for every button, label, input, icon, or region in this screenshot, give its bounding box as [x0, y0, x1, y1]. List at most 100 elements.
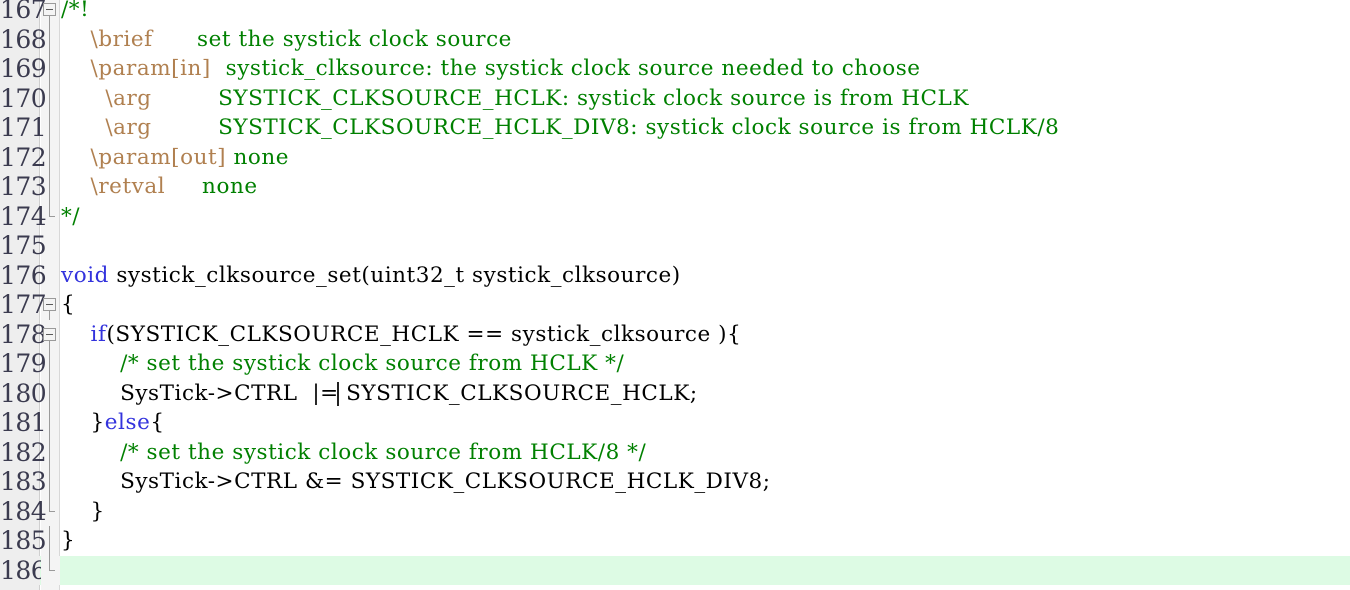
code-text[interactable]: SysTick->CTRL &= SYSTICK_CLKSOURCE_HCLK_…: [61, 467, 771, 497]
line-number: 168: [0, 24, 47, 54]
fold-guide-line: [49, 526, 50, 556]
fold-toggle-icon[interactable]: [41, 290, 60, 320]
line-number: 167: [0, 0, 47, 24]
fold-guide-line: [49, 467, 50, 497]
code-line[interactable]: 179 /* set the systick clock source from…: [0, 349, 1350, 379]
fold-guide-line[interactable]: [41, 349, 60, 379]
code-line[interactable]: 170 \arg SYSTICK_CLKSOURCE_HCLK: systick…: [0, 83, 1350, 114]
token-comment: none: [233, 144, 290, 170]
fold-guide-line[interactable]: [41, 142, 60, 172]
code-text[interactable]: \retval none: [61, 172, 258, 202]
code-text[interactable]: void systick_clksource_set(uint32_t syst…: [61, 261, 681, 291]
fold-guide-line: [49, 172, 50, 202]
code-text[interactable]: \param[in] systick_clksource: the systic…: [61, 54, 921, 84]
code-text[interactable]: {: [61, 290, 75, 320]
code-text[interactable]: \arg SYSTICK_CLKSOURCE_HCLK_DIV8: systic…: [61, 113, 1059, 143]
code-line[interactable]: 172 \param[out] none: [0, 142, 1350, 173]
token-comment: /* set the systick clock source from HCL…: [120, 439, 647, 465]
line-number: 179: [0, 349, 47, 378]
fold-guide-line: [49, 437, 50, 467]
token-plain: }: [61, 528, 76, 553]
fold-guide-line[interactable]: [41, 113, 60, 143]
line-number: 173: [0, 172, 47, 201]
code-text[interactable]: }: [61, 497, 105, 527]
line-number: 181: [0, 408, 47, 437]
line-number: 175: [0, 231, 47, 260]
fold-guide-line: [49, 113, 50, 143]
code-line[interactable]: 168 \brief set the systick clock source: [0, 24, 1350, 55]
code-text[interactable]: /* set the systick clock source from HCL…: [61, 438, 646, 468]
code-line[interactable]: 176 void systick_clksource_set(uint32_t s…: [0, 261, 1350, 291]
code-line[interactable]: 167 /*!: [0, 0, 1350, 25]
fold-end-marker[interactable]: [41, 555, 60, 585]
code-text[interactable]: */: [61, 202, 80, 232]
line-number: 180: [0, 378, 47, 408]
code-line[interactable]: 178 if(SYSTICK_CLKSOURCE_HCLK == systick…: [0, 320, 1350, 350]
code-line[interactable]: 181 }else{: [0, 408, 1350, 438]
fold-guide-line[interactable]: [41, 378, 60, 408]
token-plain: (SYSTICK_CLKSOURCE_HCLK == systick_clkso…: [106, 321, 742, 347]
fold-margin-empty: [41, 261, 60, 291]
code-line[interactable]: 185}: [0, 526, 1350, 556]
code-text[interactable]: /*!: [61, 0, 89, 25]
code-text[interactable]: \arg SYSTICK_CLKSOURCE_HCLK: systick clo…: [61, 84, 969, 114]
code-editor[interactable]: 167/*! 168 \brief set the systick clock s…: [0, 0, 1350, 590]
fold-guide-line[interactable]: [41, 408, 60, 438]
code-text[interactable]: \brief set the systick clock source: [61, 25, 512, 55]
fold-guide-line: [49, 311, 50, 320]
code-line[interactable]: 174 */: [0, 201, 1350, 232]
code-line[interactable]: 169 \param[in] systick_clksource: the sy…: [0, 54, 1350, 84]
fold-guide-line[interactable]: [41, 437, 60, 467]
code-line[interactable]: 177 {: [0, 290, 1350, 320]
token-plain: {: [61, 292, 76, 317]
fold-guide-line[interactable]: [41, 526, 60, 556]
code-line[interactable]: 183 SysTick->CTRL &= SYSTICK_CLKSOURCE_H…: [0, 467, 1350, 497]
code-text[interactable]: SysTick->CTRL |= SYSTICK_CLKSOURCE_HCLK;: [61, 379, 698, 409]
code-line[interactable]: 184 }: [0, 496, 1350, 527]
fold-guide-line: [49, 16, 50, 25]
fold-guide-line[interactable]: [41, 172, 60, 202]
fold-guide-line[interactable]: [41, 54, 60, 84]
fold-end-marker[interactable]: [41, 201, 60, 232]
code-text[interactable]: }: [61, 526, 75, 556]
token-comment: SYSTICK_CLKSOURCE_HCLK_DIV8: systick clo…: [218, 115, 1060, 140]
code-text[interactable]: /* set the systick clock source from HCL…: [61, 349, 624, 379]
fold-minus-icon[interactable]: [43, 298, 56, 311]
fold-toggle-icon[interactable]: [41, 0, 60, 25]
fold-guide-line: [49, 142, 50, 172]
line-number: 169: [0, 54, 47, 83]
fold-guide-line[interactable]: [41, 24, 60, 54]
token-plain: }: [61, 498, 105, 524]
code-line[interactable]: 173 \retval none: [0, 172, 1350, 202]
token-keyword: void: [61, 262, 109, 288]
code-line[interactable]: 180 SysTick->CTRL |= SYSTICK_CLKSOURCE_H…: [0, 378, 1350, 409]
code-text[interactable]: if(SYSTICK_CLKSOURCE_HCLK == systick_clk…: [61, 320, 741, 350]
fold-guide-line: [49, 340, 50, 349]
line-number: 174: [0, 201, 47, 231]
code-line[interactable]: 175: [0, 231, 1350, 261]
code-line[interactable]: 171 \arg SYSTICK_CLKSOURCE_HCLK_DIV8: sy…: [0, 113, 1350, 143]
code-line[interactable]: 182 /* set the systick clock source from…: [0, 437, 1350, 468]
fold-minus-icon[interactable]: [43, 3, 56, 16]
fold-guide-line: [49, 378, 50, 408]
code-text[interactable]: }else{: [61, 408, 165, 438]
fold-guide-line[interactable]: [41, 467, 60, 497]
fold-end-marker[interactable]: [41, 496, 60, 527]
code-text[interactable]: \param[out] none: [61, 143, 289, 173]
fold-end-bracket-icon: [49, 201, 55, 217]
fold-guide-line: [49, 83, 50, 113]
code-line[interactable]: 186: [0, 555, 1350, 585]
fold-margin-empty: [41, 231, 60, 261]
token-doctag: \param[out]: [90, 144, 227, 170]
fold-toggle-icon[interactable]: [41, 320, 60, 349]
fold-guide-line[interactable]: [41, 83, 60, 113]
fold-minus-icon[interactable]: [43, 327, 56, 341]
token-doctag: \param[in]: [90, 56, 211, 81]
line-number: 176: [0, 260, 47, 290]
